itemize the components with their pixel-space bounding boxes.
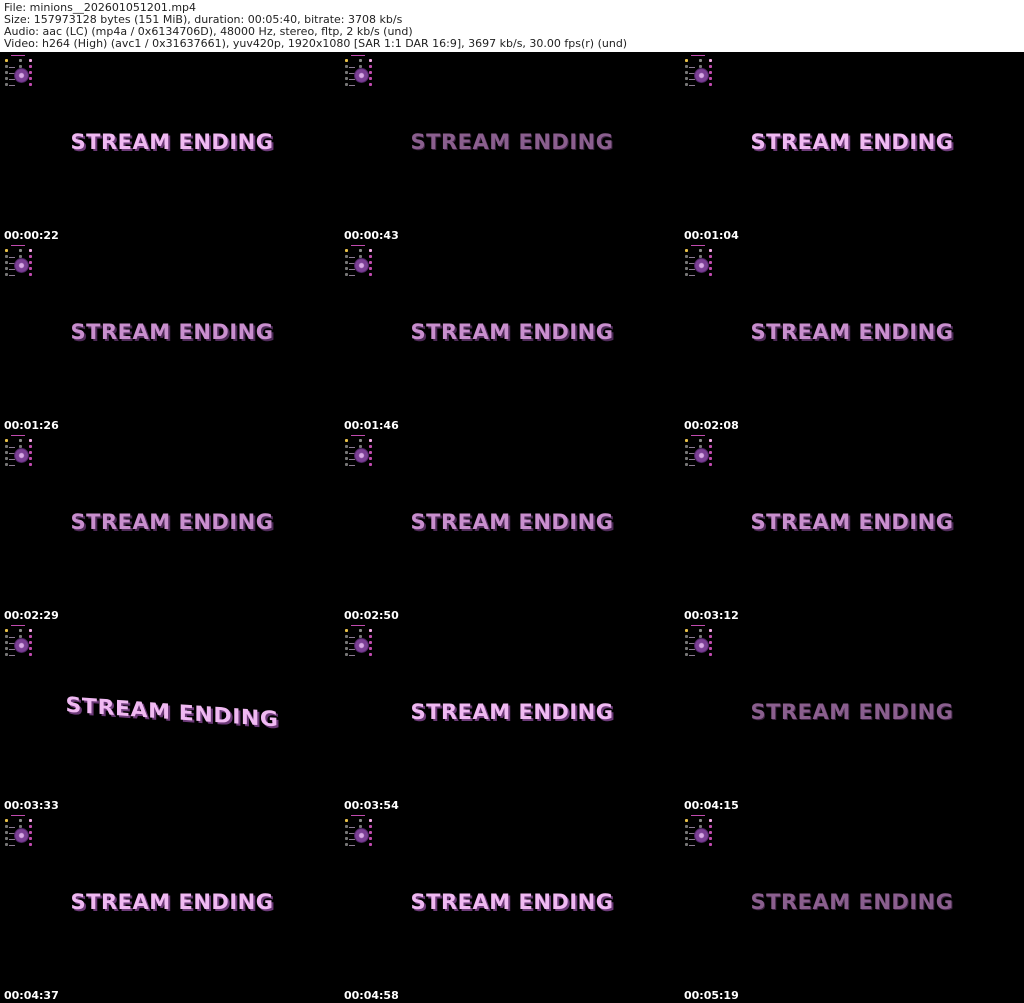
stream-overlay-widget xyxy=(5,55,37,89)
frame-timestamp: 00:04:58 xyxy=(344,989,399,1002)
stream-ending-title: STREAM ENDING xyxy=(410,320,614,344)
frame-timestamp: 00:02:50 xyxy=(344,609,399,622)
stream-ending-title: STREAM ENDING xyxy=(750,510,954,534)
stream-overlay-widget xyxy=(5,625,37,659)
thumbnail-frame: STREAM ENDING 00:02:08 xyxy=(682,242,1022,432)
frame-timestamp: 00:01:04 xyxy=(684,229,739,242)
frame-timestamp: 00:04:37 xyxy=(4,989,59,1002)
stream-overlay-widget xyxy=(345,625,377,659)
stream-ending-title: STREAM ENDING xyxy=(750,890,954,914)
frame-timestamp: 00:00:43 xyxy=(344,229,399,242)
thumbnail-frame: STREAM ENDING 00:03:12 xyxy=(682,432,1022,622)
stream-ending-title: STREAM ENDING xyxy=(70,890,274,914)
stream-overlay-widget xyxy=(5,245,37,279)
frame-timestamp: 00:01:26 xyxy=(4,419,59,432)
stream-overlay-widget xyxy=(685,815,717,849)
thumbnail-frame: STREAM ENDING 00:04:58 xyxy=(342,812,682,1002)
stream-overlay-widget xyxy=(345,245,377,279)
frame-timestamp: 00:03:33 xyxy=(4,799,59,812)
thumbnail-frame: STREAM ENDING 00:05:19 xyxy=(682,812,1022,1002)
stream-ending-title: STREAM ENDING xyxy=(410,890,614,914)
stream-ending-title: STREAM ENDING xyxy=(410,130,614,154)
frame-timestamp: 00:03:54 xyxy=(344,799,399,812)
stream-overlay-widget xyxy=(5,815,37,849)
stream-ending-title: STREAM ENDING xyxy=(70,320,274,344)
frame-timestamp: 00:02:08 xyxy=(684,419,739,432)
stream-overlay-widget xyxy=(685,55,717,89)
thumbnail-frame: STREAM ENDING 00:03:33 xyxy=(2,622,342,812)
stream-overlay-widget xyxy=(685,245,717,279)
frame-timestamp: 00:00:22 xyxy=(4,229,59,242)
frame-timestamp: 00:05:19 xyxy=(684,989,739,1002)
stream-ending-title: STREAM ENDING xyxy=(410,510,614,534)
thumbnail-frame: STREAM ENDING 00:04:37 xyxy=(2,812,342,1002)
thumbnail-frame: STREAM ENDING 00:00:43 xyxy=(342,52,682,242)
stream-overlay-widget xyxy=(685,625,717,659)
thumbnail-frame: STREAM ENDING 00:01:46 xyxy=(342,242,682,432)
thumbnail-frame: STREAM ENDING 00:00:22 xyxy=(2,52,342,242)
thumbnail-frame: STREAM ENDING 00:02:29 xyxy=(2,432,342,622)
stream-overlay-widget xyxy=(345,55,377,89)
stream-ending-title: STREAM ENDING xyxy=(70,510,274,534)
frame-timestamp: 00:02:29 xyxy=(4,609,59,622)
frame-timestamp: 00:04:15 xyxy=(684,799,739,812)
stream-overlay-widget xyxy=(345,435,377,469)
thumbnail-frame: STREAM ENDING 00:04:15 xyxy=(682,622,1022,812)
thumbnail-frame: STREAM ENDING 00:01:26 xyxy=(2,242,342,432)
file-info-header: File: minions__202601051201.mp4 Size: 15… xyxy=(0,0,1024,52)
stream-overlay-widget xyxy=(5,435,37,469)
stream-ending-title: STREAM ENDING xyxy=(750,700,954,724)
thumbnail-frame: STREAM ENDING 00:02:50 xyxy=(342,432,682,622)
stream-overlay-widget xyxy=(345,815,377,849)
thumbnail-frame: STREAM ENDING 00:03:54 xyxy=(342,622,682,812)
stream-ending-title: STREAM ENDING xyxy=(750,320,954,344)
video-line: Video: h264 (High) (avc1 / 0x31637661), … xyxy=(4,37,628,50)
thumbnail-frame: STREAM ENDING 00:01:04 xyxy=(682,52,1022,242)
frame-timestamp: 00:03:12 xyxy=(684,609,739,622)
stream-ending-title: STREAM ENDING xyxy=(70,130,274,154)
stream-overlay-widget xyxy=(685,435,717,469)
stream-ending-title: STREAM ENDING xyxy=(65,692,279,732)
frame-timestamp: 00:01:46 xyxy=(344,419,399,432)
stream-ending-title: STREAM ENDING xyxy=(410,700,614,724)
stream-ending-title: STREAM ENDING xyxy=(750,130,954,154)
thumbnail-grid: STREAM ENDING 00:00:22 STREAM ENDING 00:00:… xyxy=(0,52,1024,1003)
